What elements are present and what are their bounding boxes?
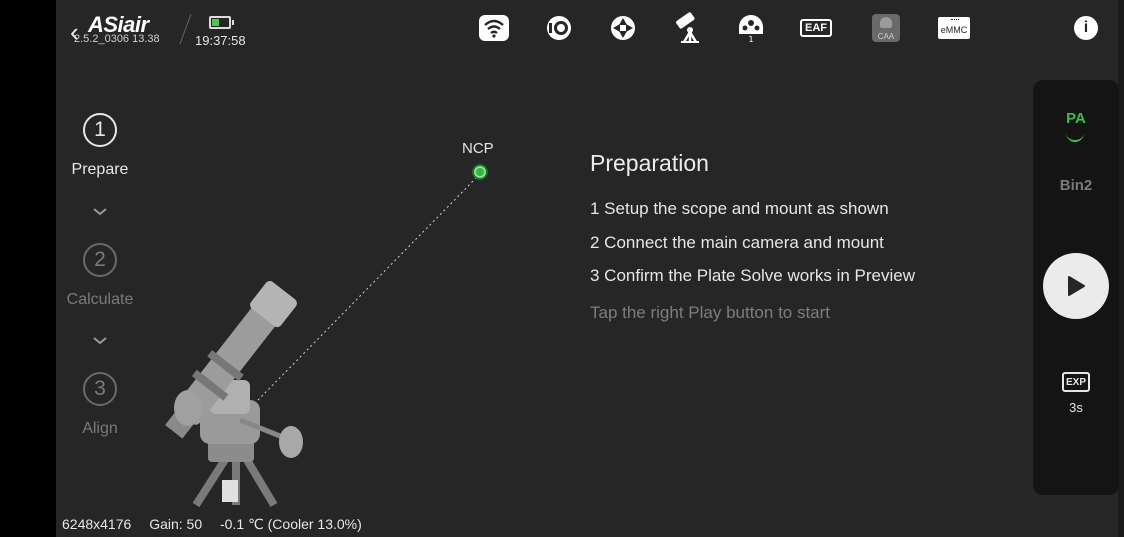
instruction-line: 2 Connect the main camera and mount — [590, 233, 884, 252]
eaf-label: EAF — [800, 19, 832, 37]
instruction-line: 1 Setup the scope and mount as shown — [590, 199, 889, 218]
pa-mode-tab[interactable]: PA — [1033, 110, 1119, 127]
telescope-illustration — [165, 173, 481, 508]
gain-readout: Gain: 50 — [149, 516, 203, 532]
status-bar: 6248x4176 Gain: 50 -0.1 ℃ (Cooler 13.0%) — [62, 516, 376, 533]
pointing-line — [257, 173, 481, 401]
emmc-storage-icon[interactable]: eMMC — [938, 14, 970, 42]
exposure-value[interactable]: 3s — [1033, 400, 1119, 415]
info-icon[interactable]: i — [1072, 14, 1100, 42]
telescope-mount-graphic — [165, 281, 303, 508]
bin-setting[interactable]: Bin2 — [1033, 177, 1119, 194]
play-icon — [1068, 276, 1085, 296]
preparation-title: Preparation — [590, 150, 709, 176]
right-control-panel: PA Bin2 EXP 3s — [1033, 80, 1119, 495]
start-hint: Tap the right Play button to start — [590, 303, 831, 322]
eaf-icon[interactable]: EAF — [800, 14, 832, 42]
svg-text:1: 1 — [748, 35, 753, 44]
emmc-label: eMMC — [940, 25, 968, 35]
resolution-readout: 6248x4176 — [62, 516, 132, 532]
temperature-readout: -0.1 ℃ (Cooler 13.0%) — [220, 516, 362, 532]
filter-wheel-icon[interactable]: 1 — [735, 14, 767, 44]
caa-label: CAA — [877, 32, 895, 41]
camera-icon[interactable] — [543, 14, 575, 42]
ncp-label: NCP — [462, 140, 494, 157]
ncp-marker — [474, 166, 486, 178]
caa-icon[interactable]: CAA — [871, 14, 901, 42]
guide-target-icon[interactable] — [607, 14, 639, 42]
exposure-icon[interactable]: EXP — [1062, 372, 1090, 392]
instruction-line: 3 Confirm the Plate Solve works in Previ… — [590, 266, 916, 285]
telescope-mount-icon[interactable] — [671, 12, 703, 43]
pa-active-indicator — [1066, 132, 1084, 142]
play-button[interactable] — [1043, 253, 1109, 319]
